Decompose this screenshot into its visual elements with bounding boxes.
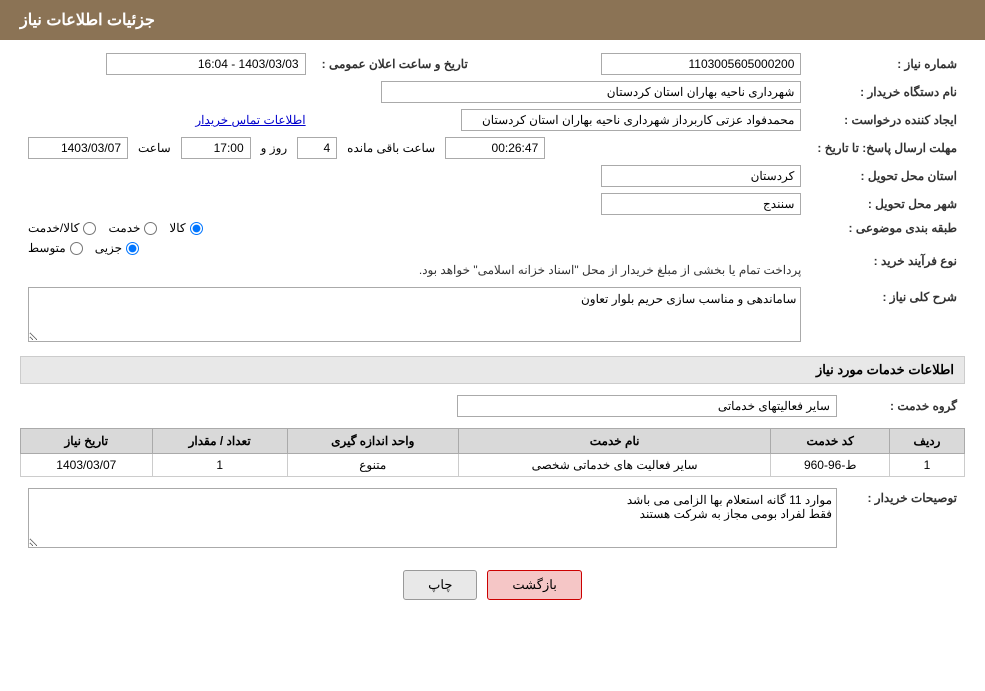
col-radif: ردیف xyxy=(890,429,965,454)
tosiyeh-textarea[interactable] xyxy=(28,488,837,548)
services-table: ردیف کد خدمت نام خدمت واحد اندازه گیری ت… xyxy=(20,428,965,477)
mohlat-baghimandeh: 00:26:47 xyxy=(445,137,545,159)
page-header: جزئیات اطلاعات نیاز xyxy=(0,0,985,40)
tarikh-label: تاریخ و ساعت اعلان عمومی : xyxy=(314,50,476,78)
tabaqe-label: طبقه بندی موضوعی : xyxy=(809,218,965,238)
radio-motavasset[interactable]: متوسط xyxy=(28,241,83,255)
namDastgah-label: نام دستگاه خریدار : xyxy=(809,78,965,106)
namDastgah-value: شهرداری ناحیه بهاران استان کردستان xyxy=(381,81,801,103)
radio-kala[interactable]: کالا xyxy=(169,221,202,235)
grohe-khedmat-label: گروه خدمت : xyxy=(845,392,965,420)
ostan-value: کردستان xyxy=(601,165,801,187)
radio-khedmat[interactable]: خدمت xyxy=(108,221,157,235)
purchase-note: پرداخت تمام یا بخشی از مبلغ خریدار از مح… xyxy=(28,259,801,281)
tosiyeh-label: توصیحات خریدار : xyxy=(845,485,965,554)
shomareNiaz-value: 1103005605000200 xyxy=(601,53,801,75)
shahr-value: سنندج xyxy=(601,193,801,215)
col-tarikh: تاریخ نیاز xyxy=(21,429,153,454)
ettelaat-link[interactable]: اطلاعات تماس خریدار xyxy=(195,113,305,127)
sharh-textarea[interactable] xyxy=(28,287,801,342)
mohlat-roz: 4 xyxy=(297,137,337,159)
page-title: جزئیات اطلاعات نیاز xyxy=(20,12,155,29)
shomareNiaz-label: شماره نیاز : xyxy=(809,50,965,78)
table-row: 1ط-96-960سایر فعالیت های خدماتی شخصیمتنو… xyxy=(21,454,965,477)
ijanKonandeh-value: محمدفواد عزتی کاربرداز شهرداری ناحیه بها… xyxy=(461,109,801,131)
content-area: شماره نیاز : 1103005605000200 تاریخ و سا… xyxy=(0,40,985,610)
noeFarayand-label: نوع فرآیند خرید : xyxy=(809,238,965,284)
mohlat-roz-label: روز و xyxy=(261,141,288,155)
tosiyeh-table: توصیحات خریدار : xyxy=(20,485,965,554)
col-kod: کد خدمت xyxy=(771,429,890,454)
radio-kala-khedmat[interactable]: کالا/خدمت xyxy=(28,221,96,235)
grohe-khedmat-value: سایر فعالیتهای خدماتی xyxy=(457,395,837,417)
basic-info-table: شماره نیاز : 1103005605000200 تاریخ و سا… xyxy=(20,50,965,348)
services-section-title: اطلاعات خدمات مورد نیاز xyxy=(20,356,965,384)
print-button[interactable]: چاپ xyxy=(403,570,477,600)
mohlat-baghimandeh-label: ساعت باقی مانده xyxy=(347,141,435,155)
service-group-table: گروه خدمت : سایر فعالیتهای خدماتی xyxy=(20,392,965,420)
ostan-label: استان محل تحویل : xyxy=(809,162,965,190)
ijanKonandeh-label: ایجاد کننده درخواست : xyxy=(809,106,965,134)
mohlat-saat-label: ساعت xyxy=(138,141,171,155)
page-wrapper: جزئیات اطلاعات نیاز شماره نیاز : 1103005… xyxy=(0,0,985,691)
back-button[interactable]: بازگشت xyxy=(487,570,581,600)
col-vahed: واحد اندازه گیری xyxy=(287,429,458,454)
mohlat-saat: 17:00 xyxy=(181,137,251,159)
col-nam: نام خدمت xyxy=(458,429,771,454)
mohlat-label: مهلت ارسال پاسخ: تا تاریخ : xyxy=(809,134,965,162)
mohlat-date: 1403/03/07 xyxy=(28,137,128,159)
button-bar: بازگشت چاپ xyxy=(20,570,965,600)
shahr-label: شهر محل تحویل : xyxy=(809,190,965,218)
col-tedad: تعداد / مقدار xyxy=(152,429,287,454)
sharh-label: شرح کلی نیاز : xyxy=(809,284,965,348)
tarikh-value: 1403/03/03 - 16:04 xyxy=(106,53,306,75)
radio-jozvi[interactable]: جزیی xyxy=(95,241,139,255)
